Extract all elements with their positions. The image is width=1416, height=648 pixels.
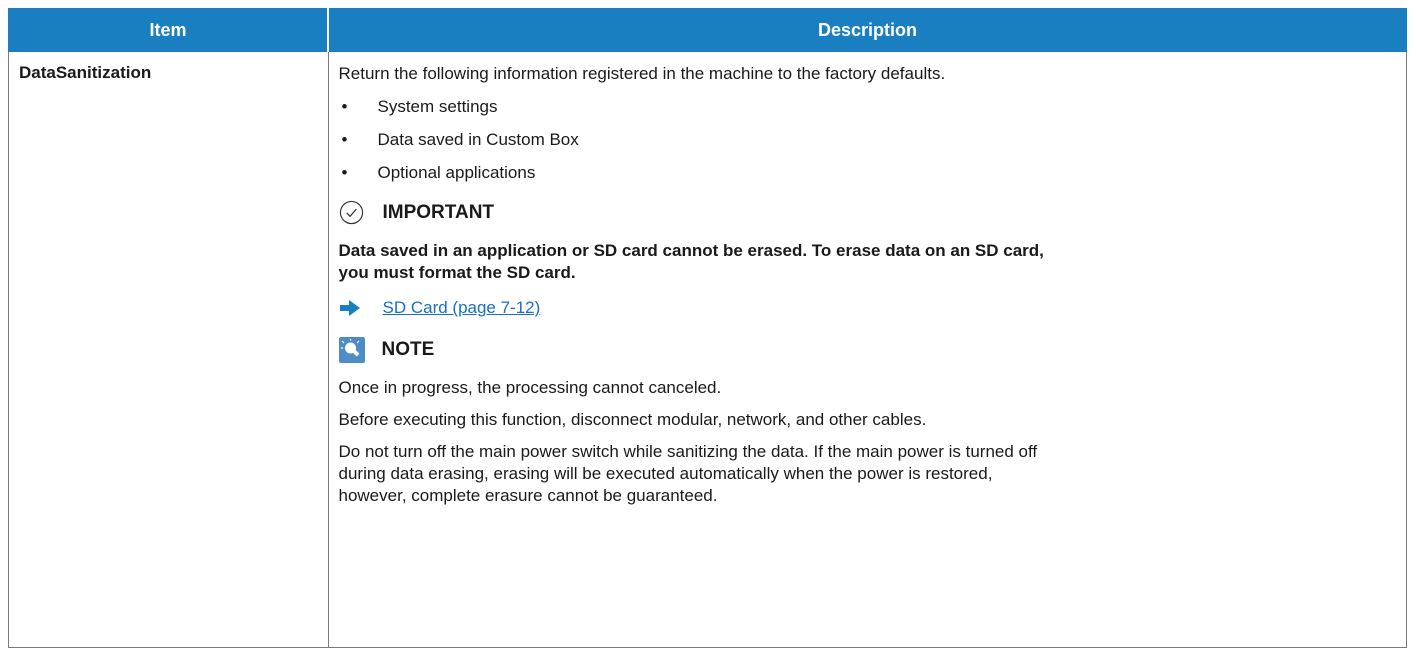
list-item: • System settings — [339, 96, 1397, 118]
arrow-right-icon — [339, 300, 360, 316]
bullet-icon: • — [341, 163, 348, 182]
description-cell: Return the following information registe… — [327, 51, 1407, 648]
bullet-icon: • — [341, 97, 348, 116]
note-paragraph: Before executing this function, disconne… — [338, 410, 927, 429]
list-item-text: Data saved in Custom Box — [377, 130, 579, 149]
sd-card-link[interactable]: SD Card (page 7-12) — [383, 297, 541, 319]
note-paragraph: Do not turn off the main power switch wh… — [339, 441, 1397, 507]
note-heading: NOTE — [338, 337, 1397, 363]
list-item: • Optional applications — [339, 162, 1397, 184]
column-header-item: Item — [8, 8, 329, 52]
list-item: • Data saved in Custom Box — [339, 129, 1397, 151]
table-header-row: Item Description — [8, 8, 1407, 52]
cross-reference: SD Card (page 7-12) — [339, 297, 1397, 319]
list-item-text: Optional applications — [377, 163, 536, 182]
intro-text: Return the following information registe… — [338, 64, 946, 83]
bullet-icon: • — [341, 130, 348, 149]
settings-table: Item Description DataSanitization Return… — [8, 8, 1407, 648]
important-label: IMPORTANT — [382, 201, 495, 223]
check-circle-icon — [339, 200, 363, 225]
important-text-line: you must format the SD card. — [338, 263, 576, 282]
lightbulb-icon — [338, 337, 365, 363]
important-text: Data saved in an application or SD card … — [339, 240, 1397, 284]
table-row: DataSanitization Return the following in… — [8, 51, 1407, 648]
note-paragraph: Once in progress, the processing cannot … — [338, 378, 722, 397]
column-header-description: Description — [327, 8, 1407, 52]
important-text-line: Data saved in an application or SD card … — [338, 241, 1044, 260]
note-paragraph-line: during data erasing, erasing will be exe… — [338, 464, 993, 483]
important-heading: IMPORTANT — [339, 200, 1397, 225]
note-paragraph-line: Do not turn off the main power switch wh… — [338, 442, 1038, 461]
note-label: NOTE — [381, 339, 435, 360]
item-cell: DataSanitization — [8, 51, 329, 648]
list-item-text: System settings — [377, 97, 498, 116]
note-paragraph-line: however, complete erasure cannot be guar… — [338, 486, 718, 505]
